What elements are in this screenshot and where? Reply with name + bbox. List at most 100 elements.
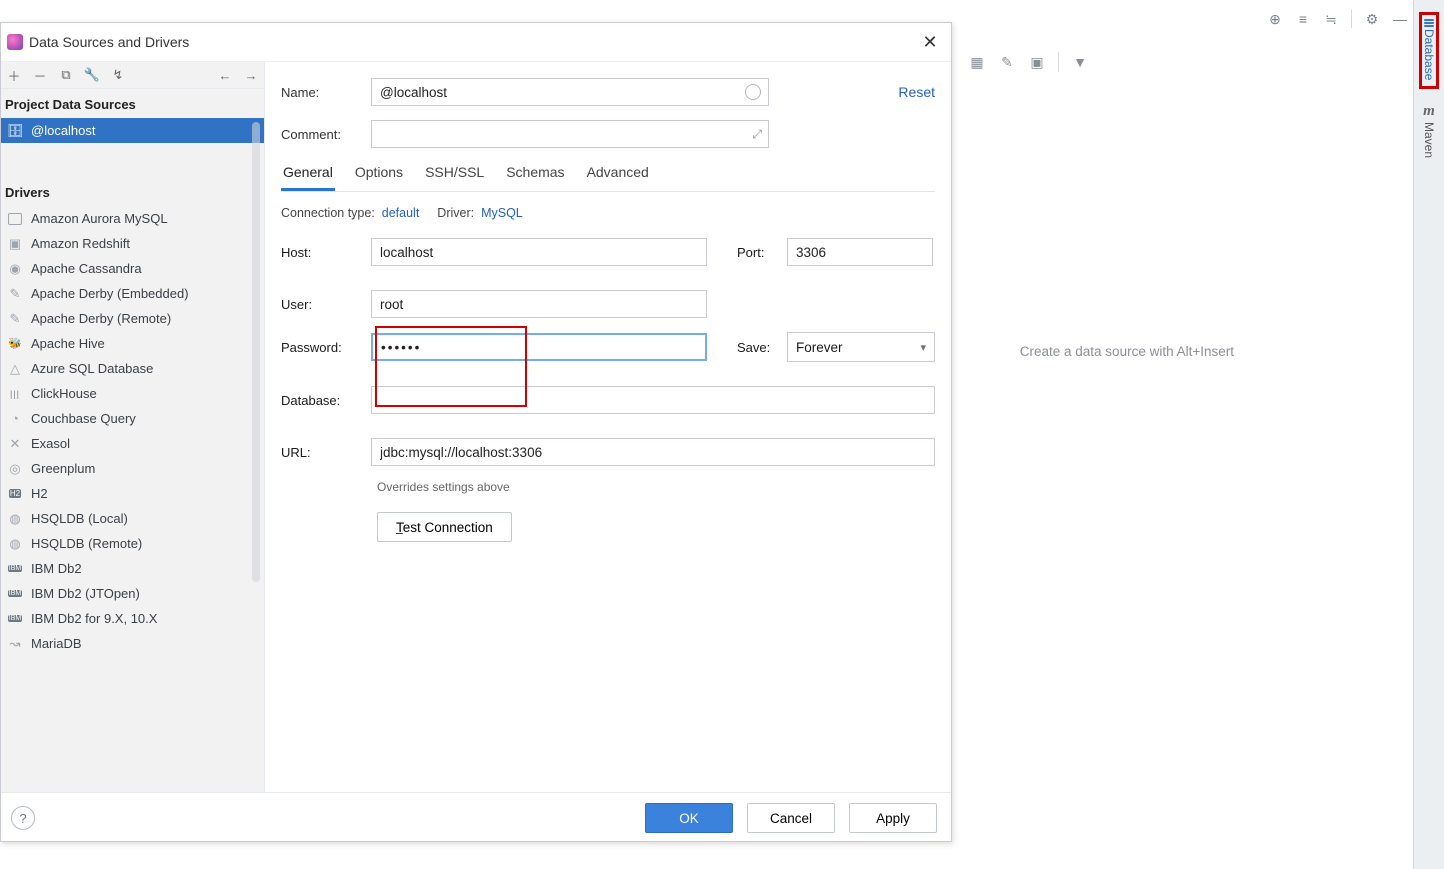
driver-icon <box>7 486 23 502</box>
sidebar-item-driver[interactable]: Apache Hive <box>1 331 264 356</box>
save-label: Save: <box>737 340 787 355</box>
edit-icon[interactable]: ✎ <box>998 53 1016 71</box>
expand-icon[interactable] <box>752 127 762 142</box>
port-input[interactable] <box>787 238 933 266</box>
sidebar-item-driver[interactable]: MariaDB <box>1 631 264 656</box>
tab-sshssl[interactable]: SSH/SSL <box>423 162 486 191</box>
revert-icon[interactable]: ↯ <box>109 66 127 84</box>
sidebar-item-label: IBM Db2 for 9.X, 10.X <box>31 611 157 626</box>
sidebar-item-label: IBM Db2 <box>31 561 82 576</box>
wrench-icon[interactable]: 🔧 <box>83 66 101 84</box>
database-icon: 🗄 <box>7 123 23 139</box>
port-label: Port: <box>737 245 787 260</box>
tool-window-tab-maven[interactable]: m Maven <box>1422 103 1436 158</box>
sidebar-item-label: H2 <box>31 486 48 501</box>
sidebar-item-driver[interactable]: Apache Cassandra <box>1 256 264 281</box>
sidebar-item-driver[interactable]: H2 <box>1 481 264 506</box>
empty-state-hint: Create a data source with Alt+Insert <box>1020 344 1234 359</box>
expand-icon[interactable]: ≒ <box>1323 11 1339 27</box>
save-select-value: Forever <box>796 340 843 355</box>
user-input[interactable] <box>371 290 707 318</box>
save-select[interactable]: Forever <box>787 332 935 362</box>
sidebar-item-driver[interactable]: Apache Derby (Embedded) <box>1 281 264 306</box>
tab-general[interactable]: General <box>281 162 335 191</box>
name-label: Name: <box>281 85 371 100</box>
copy-icon[interactable]: ⧉ <box>57 66 75 84</box>
host-label: Host: <box>281 245 371 260</box>
sidebar-item-driver[interactable]: Greenplum <box>1 456 264 481</box>
project-data-sources-heading: Project Data Sources <box>1 89 264 118</box>
database-input[interactable] <box>371 386 935 414</box>
datasource-form: Name: Reset Comment: General Options SSH… <box>265 62 951 792</box>
comment-input[interactable] <box>371 120 769 148</box>
test-connection-button[interactable]: Test Connection <box>377 512 512 542</box>
url-input[interactable] <box>371 438 935 466</box>
sidebar-scrollbar[interactable] <box>252 122 260 582</box>
dialog-title: Data Sources and Drivers <box>29 34 189 50</box>
name-input[interactable] <box>371 78 769 106</box>
sidebar-item-driver[interactable]: Couchbase Query <box>1 406 264 431</box>
sidebar-item-driver[interactable]: Amazon Redshift <box>1 231 264 256</box>
tab-advanced[interactable]: Advanced <box>585 162 651 191</box>
dialog-footer: ? OK Cancel Apply <box>1 792 951 843</box>
collapse-icon[interactable]: ≡ <box>1295 11 1311 27</box>
sidebar-item-label: @localhost <box>31 123 96 138</box>
database-sub-toolbar: ▦ ✎ ▣ ▼ <box>968 52 1089 72</box>
user-label: User: <box>281 297 371 312</box>
back-icon[interactable]: ← <box>216 66 234 84</box>
password-input[interactable] <box>371 333 707 361</box>
driver-icon <box>7 436 23 452</box>
add-icon[interactable]: ＋ <box>5 66 23 84</box>
driver-link[interactable]: MySQL <box>481 206 523 220</box>
sidebar-item-driver[interactable]: Amazon Aurora MySQL <box>1 206 264 231</box>
apply-button[interactable]: Apply <box>849 803 937 833</box>
target-icon[interactable]: ⊕ <box>1267 11 1283 27</box>
sidebar-item-driver[interactable]: HSQLDB (Local) <box>1 506 264 531</box>
connection-type-link[interactable]: default <box>382 206 420 220</box>
cancel-button[interactable]: Cancel <box>747 803 835 833</box>
view-icon[interactable]: ▣ <box>1028 53 1046 71</box>
driver-icon <box>7 586 23 602</box>
sidebar-item-driver[interactable]: ClickHouse <box>1 381 264 406</box>
ok-button[interactable]: OK <box>645 803 733 833</box>
tab-schemas[interactable]: Schemas <box>504 162 566 191</box>
sidebar-item-label: HSQLDB (Local) <box>31 511 128 526</box>
sidebar-item-driver[interactable]: HSQLDB (Remote) <box>1 531 264 556</box>
sidebar-item-driver[interactable]: IBM Db2 for 9.X, 10.X <box>1 606 264 631</box>
tab-options[interactable]: Options <box>353 162 405 191</box>
url-label: URL: <box>281 445 371 460</box>
database-tab-label: Database <box>1422 29 1436 80</box>
sidebar-item-driver[interactable]: Exasol <box>1 431 264 456</box>
sidebar-item-label: Amazon Aurora MySQL <box>31 211 168 226</box>
close-button[interactable]: ✕ <box>919 31 941 53</box>
intellij-icon <box>7 34 23 50</box>
help-button[interactable]: ? <box>11 806 35 830</box>
host-input[interactable] <box>371 238 707 266</box>
forward-icon[interactable]: → <box>242 66 260 84</box>
sidebar-item-driver[interactable]: IBM Db2 (JTOpen) <box>1 581 264 606</box>
data-sources-dialog: Data Sources and Drivers ✕ ＋ － ⧉ 🔧 ↯ ← →… <box>0 22 952 842</box>
tool-window-tab-database[interactable]: Database <box>1419 12 1439 89</box>
dialog-titlebar: Data Sources and Drivers ✕ <box>1 23 951 61</box>
color-picker-icon[interactable] <box>745 84 761 100</box>
sidebar-item-label: Greenplum <box>31 461 95 476</box>
driver-icon <box>7 636 23 652</box>
sidebar-item-driver[interactable]: Azure SQL Database <box>1 356 264 381</box>
sidebar-item-driver[interactable]: IBM Db2 <box>1 556 264 581</box>
driver-icon <box>7 511 23 527</box>
gear-icon[interactable]: ⚙ <box>1364 11 1380 27</box>
driver-icon <box>7 336 23 352</box>
reset-link[interactable]: Reset <box>898 84 935 100</box>
connection-type-label: Connection type: <box>281 206 375 220</box>
sidebar-item-localhost[interactable]: 🗄 @localhost <box>1 118 264 143</box>
table-icon[interactable]: ▦ <box>968 53 986 71</box>
filter-icon[interactable]: ▼ <box>1071 53 1089 71</box>
sidebar-item-driver[interactable]: Apache Derby (Remote) <box>1 306 264 331</box>
remove-icon[interactable]: － <box>31 66 49 84</box>
drivers-heading: Drivers <box>1 177 264 206</box>
minimize-icon[interactable]: — <box>1392 11 1408 27</box>
driver-icon <box>7 261 23 277</box>
sidebar-tree: Project Data Sources 🗄 @localhost Driver… <box>1 89 264 656</box>
sidebar-item-label: ClickHouse <box>31 386 97 401</box>
comment-label: Comment: <box>281 127 371 142</box>
